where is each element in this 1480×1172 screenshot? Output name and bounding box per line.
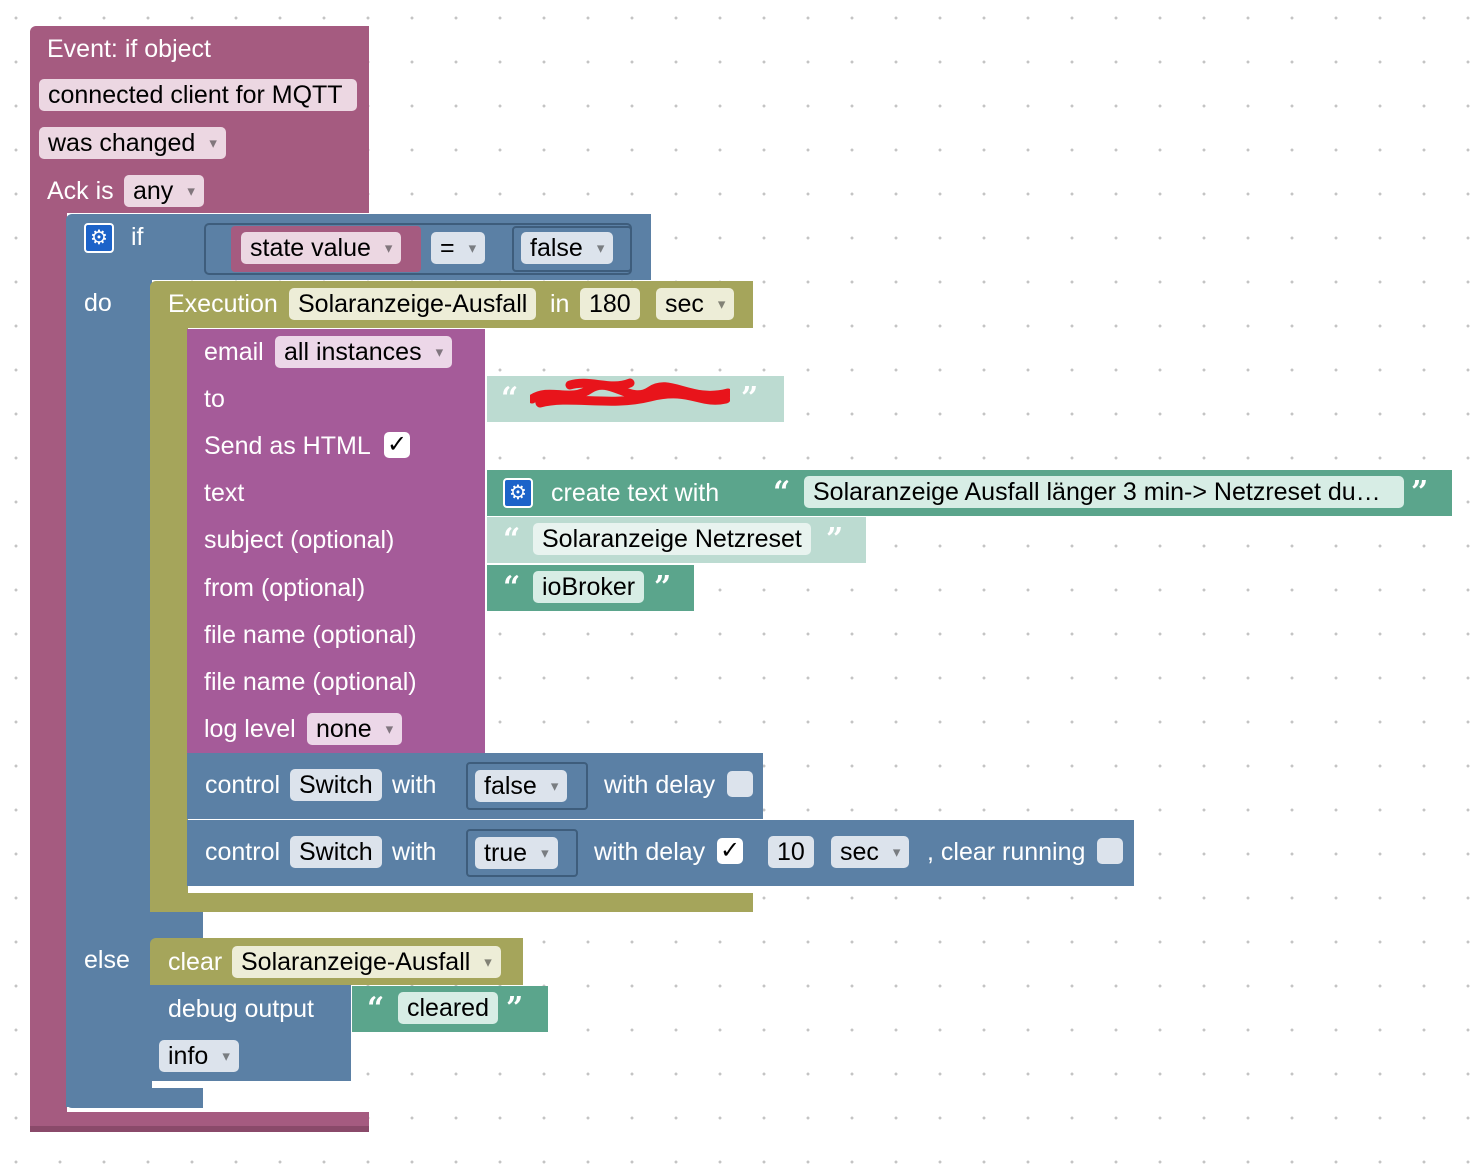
- from-close-quote-icon: ”: [654, 570, 672, 605]
- if-block-spine: [66, 279, 152, 1107]
- event-block-shade: [30, 1126, 369, 1132]
- control1-with-label: with: [392, 771, 437, 799]
- control2-clear-label: , clear running: [927, 838, 1086, 866]
- clear-target-dropdown[interactable]: Solaranzeige-Ausfall: [232, 946, 501, 978]
- control1-delay-checkbox[interactable]: [727, 771, 753, 797]
- operator-dropdown[interactable]: =: [431, 232, 486, 264]
- subject-close-quote-icon: ”: [826, 522, 844, 557]
- control1-delay-label: with delay: [604, 771, 716, 799]
- debug-close-quote-icon: ”: [506, 991, 524, 1026]
- execution-name-field[interactable]: Solaranzeige-Ausfall: [289, 288, 537, 320]
- event-trigger-dropdown[interactable]: was changed: [39, 127, 226, 159]
- email-label: email: [204, 338, 264, 366]
- debug-text-field[interactable]: cleared: [398, 992, 498, 1024]
- event-block-spine: [30, 212, 67, 1132]
- email-from-label: from (optional): [204, 574, 366, 602]
- from-open-quote-icon: “: [503, 570, 521, 605]
- control2-unit-dropdown[interactable]: sec: [831, 836, 910, 868]
- email-text-label: text: [204, 479, 245, 507]
- email-file1-label: file name (optional): [204, 621, 417, 649]
- if-label: if: [131, 223, 144, 251]
- to-open-quote-icon: “: [501, 381, 519, 416]
- email-html-label: Send as HTML: [204, 432, 371, 460]
- control2-label: control: [205, 838, 281, 866]
- control2-delay-checkbox[interactable]: ✓: [717, 838, 743, 864]
- control2-clear-checkbox[interactable]: [1097, 838, 1123, 864]
- text-close-quote-icon: ”: [1411, 475, 1429, 510]
- debug-label: debug output: [168, 995, 314, 1023]
- control1-value-dropdown[interactable]: false: [475, 770, 568, 802]
- email-subject-label: subject (optional): [204, 526, 395, 554]
- event-object-field[interactable]: connected client for MQTT: [39, 79, 357, 111]
- email-log-label: log level: [204, 715, 296, 743]
- text-value-field[interactable]: Solaranzeige Ausfall länger 3 min-> Netz…: [804, 476, 1404, 508]
- control1-label: control: [205, 771, 281, 799]
- false-dropdown[interactable]: false: [521, 232, 614, 264]
- event-title: Event: if object: [47, 35, 211, 63]
- email-to-label: to: [204, 385, 225, 413]
- do-label: do: [84, 289, 112, 317]
- timeout-block-footer: [150, 893, 753, 912]
- email-file2-label: file name (optional): [204, 668, 417, 696]
- state-value-dropdown[interactable]: state value: [241, 232, 402, 264]
- execution-in-label: in: [550, 290, 570, 318]
- debug-level-dropdown[interactable]: info: [159, 1040, 239, 1072]
- control1-target-field[interactable]: Switch: [290, 769, 382, 801]
- else-label: else: [84, 946, 130, 974]
- if-mutator-gear-icon[interactable]: ⚙: [84, 223, 114, 253]
- subject-value-field[interactable]: Solaranzeige Netzreset: [533, 523, 811, 555]
- timeout-block-spine: [150, 327, 188, 912]
- email-html-checkbox[interactable]: ✓: [384, 432, 410, 458]
- control2-delay-field[interactable]: 10: [768, 836, 814, 868]
- execution-label: Execution: [168, 290, 278, 318]
- email-instances-dropdown[interactable]: all instances: [275, 336, 453, 368]
- control2-with-label: with: [392, 838, 437, 866]
- control2-target-field[interactable]: Switch: [290, 836, 382, 868]
- to-close-quote-icon: ”: [741, 381, 759, 416]
- create-text-gear-icon[interactable]: ⚙: [503, 478, 533, 508]
- execution-delay-field[interactable]: 180: [580, 288, 640, 320]
- clear-label: clear: [168, 948, 223, 976]
- control2-value-dropdown[interactable]: true: [475, 837, 558, 869]
- execution-unit-dropdown[interactable]: sec: [656, 288, 735, 320]
- from-value-field[interactable]: ioBroker: [533, 571, 645, 603]
- ack-dropdown[interactable]: any: [124, 175, 204, 207]
- create-text-label: create text with: [551, 479, 720, 507]
- text-open-quote-icon: “: [773, 475, 791, 510]
- control2-delay-label: with delay: [594, 838, 706, 866]
- ack-label: Ack is: [47, 177, 114, 205]
- subject-open-quote-icon: “: [503, 522, 521, 557]
- redacted-scribble: [527, 377, 733, 411]
- if-block-footer: [66, 1088, 203, 1108]
- debug-open-quote-icon: “: [367, 991, 385, 1026]
- email-log-dropdown[interactable]: none: [307, 713, 403, 745]
